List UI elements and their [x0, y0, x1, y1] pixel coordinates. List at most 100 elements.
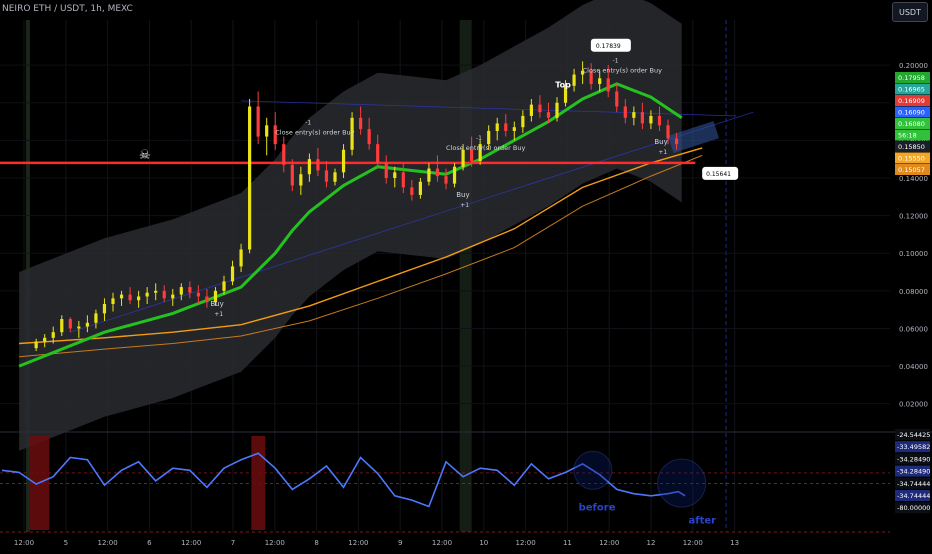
candle-body	[256, 106, 260, 137]
candle-body	[512, 127, 516, 131]
candle-body	[487, 130, 491, 145]
osc-tick-label: -33.49582	[897, 443, 930, 451]
osc-tick-label: -34.28490	[897, 455, 930, 463]
currency-button[interactable]: USDT	[892, 2, 928, 22]
plus-one-label: +1	[460, 202, 469, 209]
candle-body	[538, 104, 542, 113]
x-tick-label: 5	[64, 539, 68, 547]
candle-body	[546, 112, 551, 118]
candle-body	[615, 91, 619, 107]
osc-signal-band	[251, 436, 266, 530]
candle-body	[376, 144, 380, 163]
osc-tick-label: -24.54425	[897, 431, 930, 439]
candle-body	[265, 125, 269, 137]
x-tick-label: 9	[398, 539, 402, 547]
candle-body	[43, 337, 47, 342]
x-tick-label: 12:00	[181, 539, 201, 547]
after-label: after	[688, 515, 716, 526]
candle-body	[461, 149, 465, 167]
candle-body	[649, 115, 653, 124]
plus-one-label: +1	[658, 149, 667, 156]
candle-body	[666, 125, 670, 139]
skull-icon: ☠	[139, 148, 151, 163]
candle-body	[341, 149, 346, 173]
candle-body	[632, 112, 636, 118]
price-label: 0.16080	[898, 120, 925, 128]
y-tick-label: 0.08000	[899, 288, 928, 296]
y-tick-label: 0.06000	[899, 325, 928, 333]
candle-body	[230, 266, 235, 282]
candle-body	[111, 298, 115, 304]
osc-tick-label: -80.00000	[897, 504, 930, 512]
candle-body	[410, 187, 414, 195]
candle-body	[299, 174, 303, 186]
candle-body	[171, 294, 175, 299]
candle-body	[119, 294, 124, 299]
candle-body	[128, 294, 132, 301]
candle-body	[504, 123, 508, 131]
x-tick-label: 12:00	[599, 539, 619, 547]
candle-body	[102, 303, 107, 314]
osc-tick-label: -34.74444	[897, 480, 930, 488]
y-tick-label: 0.04000	[899, 363, 928, 371]
x-tick-label: 12:00	[432, 539, 452, 547]
top-label: Top	[555, 81, 571, 90]
callout-high-label: 0.17839	[596, 43, 621, 50]
candle-body	[367, 129, 371, 145]
x-tick-label: 8	[314, 539, 318, 547]
price-label: 56:18	[898, 132, 917, 140]
candle-body	[77, 326, 81, 329]
candle-body	[495, 123, 499, 131]
buy-label: Buy	[456, 191, 469, 199]
y-tick-label: 0.12000	[899, 213, 928, 221]
candle-body	[435, 168, 440, 177]
close-entry-label: Close entry(s) order Buy	[583, 67, 662, 75]
y-tick-label: 0.02000	[899, 401, 928, 409]
candle-body	[239, 249, 243, 267]
minus-one-label: -1	[613, 58, 619, 65]
candle-body	[68, 319, 72, 329]
candle-body	[94, 313, 98, 323]
candle-body	[657, 115, 662, 126]
osc-tick-label: -34.28490	[897, 468, 930, 476]
x-tick-label: 12:00	[14, 539, 34, 547]
candle-body	[606, 78, 610, 92]
y-tick-label: 0.20000	[899, 62, 928, 70]
minus-one-label: -1	[476, 135, 482, 142]
x-tick-label: 13	[730, 539, 739, 547]
x-tick-label: 12	[647, 539, 656, 547]
candle-body	[333, 172, 337, 182]
candle-body	[521, 115, 525, 128]
osc-tick-label: -34.74444	[897, 492, 930, 500]
x-tick-label: 7	[231, 539, 235, 547]
before-label: before	[579, 503, 616, 514]
symbol-label: NEIRO ETH / USDT, 1h, MEXC	[2, 4, 133, 14]
after-circle	[657, 458, 707, 508]
candle-body	[444, 176, 448, 184]
candle-body	[179, 287, 183, 295]
minus-one-label: -1	[305, 120, 311, 127]
buy-label: Buy	[210, 300, 223, 308]
candle-body	[85, 322, 89, 327]
candle-body	[418, 181, 422, 195]
x-tick-label: 12:00	[683, 539, 703, 547]
candle-body	[34, 341, 38, 349]
x-tick-label: 12:00	[348, 539, 368, 547]
candle-body	[324, 170, 329, 182]
candle-body	[162, 290, 166, 299]
close-entry-label: Close entry(s) order Buy	[446, 144, 525, 152]
x-tick-label: 12:00	[265, 539, 285, 547]
candle-body	[427, 168, 431, 182]
candle-body	[196, 292, 200, 297]
candle-body	[51, 332, 55, 338]
close-entry-label: Close entry(s) order Buy	[275, 129, 354, 137]
candle-body	[137, 296, 141, 301]
price-label: 0.15850	[898, 143, 925, 151]
candle-body	[598, 78, 602, 84]
candle-body	[555, 102, 559, 118]
candle-body	[205, 296, 209, 303]
price-label: 0.15550	[898, 155, 925, 163]
candle-body	[401, 172, 405, 188]
candle-body	[384, 162, 388, 178]
candle-body	[188, 287, 192, 293]
